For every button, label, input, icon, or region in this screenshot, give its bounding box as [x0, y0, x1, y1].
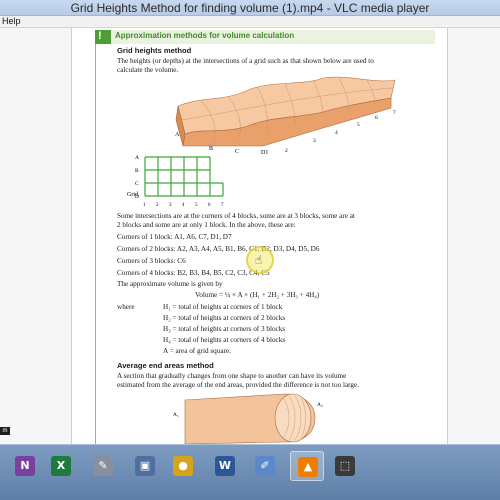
intro-line-1: The heights (or depths) at the intersect…	[117, 57, 374, 65]
taskbar: N X ✎ ▣ ● W ✐ ▲ ⬚	[0, 444, 500, 500]
pen-tool-icon: ✐	[255, 456, 275, 476]
snipping-icon: ⬚	[335, 456, 355, 476]
corners-3-blocks: Corners of 3 blocks: C6	[117, 257, 186, 265]
grid-col-5: 5	[195, 203, 198, 208]
def-a: A = area of grid square.	[163, 347, 231, 355]
block-diagram: A B C D1 2 3 4 5 6 7	[175, 76, 396, 154]
grid-row-a: A	[135, 155, 139, 161]
end-line-1: A section that gradually changes from on…	[117, 372, 347, 380]
window-title: Grid Heights Method for finding volume (…	[70, 1, 430, 15]
vlc-icon: ▲	[298, 457, 318, 477]
volume-formula: Volume = ¼ × A × (H₁ + 2H₂ + 3H₃ + 4H₄)	[195, 291, 320, 299]
end-areas-diagram: A₁ A₂	[173, 393, 323, 444]
block-axis-4: 4	[335, 130, 338, 136]
def-h1: H₁ = total of heights at corners of 1 bl…	[163, 303, 283, 311]
gallery-icon: ▣	[135, 456, 155, 476]
hand-cursor-icon: ☝	[255, 253, 263, 267]
section-title-end-areas: Average end areas method	[117, 361, 214, 370]
intro-line-2: calculate the volume.	[117, 66, 179, 74]
grid-row-b: B	[135, 168, 139, 174]
corners-4-blocks: Corners of 4 blocks: B2, B3, B4, B5, C2,…	[117, 269, 270, 277]
grid-row-c: C	[135, 181, 139, 187]
taskbar-gallery-button[interactable]: ▣	[128, 451, 162, 481]
fig-label-a2: A₂	[317, 402, 323, 408]
para-line-2: 2 blocks and some are at only 1 block. I…	[117, 221, 296, 229]
box-rule	[95, 44, 96, 444]
vlc-window: Grid Heights Method for finding volume (…	[0, 0, 500, 500]
grid-col-7: 7	[221, 203, 224, 208]
fig-label-a1: A₁	[173, 412, 179, 418]
grid-lines	[144, 156, 224, 197]
word-icon: W	[215, 456, 235, 476]
block-axis-6: 6	[375, 115, 378, 121]
block-axis-3: 3	[313, 138, 316, 144]
block-axis-5: 5	[357, 122, 360, 128]
video-area[interactable]: m ! Approximation methods for volume cal…	[0, 28, 500, 444]
corners-2-blocks: Corners of 2 blocks: A2, A3, A4, A5, B1,…	[117, 245, 320, 253]
document-page: ! Approximation methods for volume calcu…	[73, 28, 447, 444]
taskbar-snipping-button[interactable]: ⬚	[328, 451, 362, 481]
box-heading-text: Approximation methods for volume calcula…	[115, 31, 295, 40]
excel-icon: X	[51, 456, 71, 476]
alert-icon: !	[98, 30, 102, 42]
para-line-1: Some intersections are at the corners of…	[117, 212, 355, 220]
approx-text: The approximate volume is given by	[117, 280, 223, 288]
grid-row-d: D	[135, 194, 139, 200]
paint-icon: ✎	[93, 456, 113, 476]
end-line-2: estimated from the average of the end ar…	[117, 381, 360, 389]
right-gutter	[447, 28, 500, 444]
menu-help[interactable]: Help	[2, 16, 21, 26]
edge-tag: m	[0, 427, 10, 435]
taskbar-chrome-button[interactable]: ●	[166, 451, 200, 481]
def-h4: H₄ = total of heights at corners of 4 bl…	[163, 336, 286, 344]
taskbar-onenote-button[interactable]: N	[8, 451, 42, 481]
def-h2: H₂ = total of heights at corners of 2 bl…	[163, 314, 286, 322]
grid-col-2: 2	[156, 203, 159, 208]
chrome-icon: ●	[173, 456, 193, 476]
corners-1-block: Corners of 1 block: A1, A6, C7, D1, D7	[117, 233, 232, 241]
taskbar-vlc-button[interactable]: ▲	[290, 451, 324, 481]
left-gutter	[0, 28, 72, 444]
taskbar-word-button[interactable]: W	[208, 451, 242, 481]
box-heading: ! Approximation methods for volume calcu…	[95, 30, 435, 44]
taskbar-pen-tool-button[interactable]: ✐	[248, 451, 282, 481]
title-bar[interactable]: Grid Heights Method for finding volume (…	[0, 0, 500, 16]
taskbar-paint-button[interactable]: ✎	[86, 451, 120, 481]
block-axis-7: 7	[393, 110, 396, 116]
block-label-a: A	[175, 132, 180, 138]
grid-col-3: 3	[169, 203, 172, 208]
grid-col-4: 4	[182, 203, 185, 208]
where-label: where	[117, 303, 135, 311]
onenote-icon: N	[15, 456, 35, 476]
grid-col-6: 6	[208, 203, 211, 208]
section-title-grid: Grid heights method	[117, 46, 192, 55]
menu-bar: Help	[0, 16, 500, 28]
grid-col-1: 1	[143, 203, 146, 208]
taskbar-excel-button[interactable]: X	[44, 451, 78, 481]
def-h3: H₃ = total of heights at corners of 3 bl…	[163, 325, 286, 333]
